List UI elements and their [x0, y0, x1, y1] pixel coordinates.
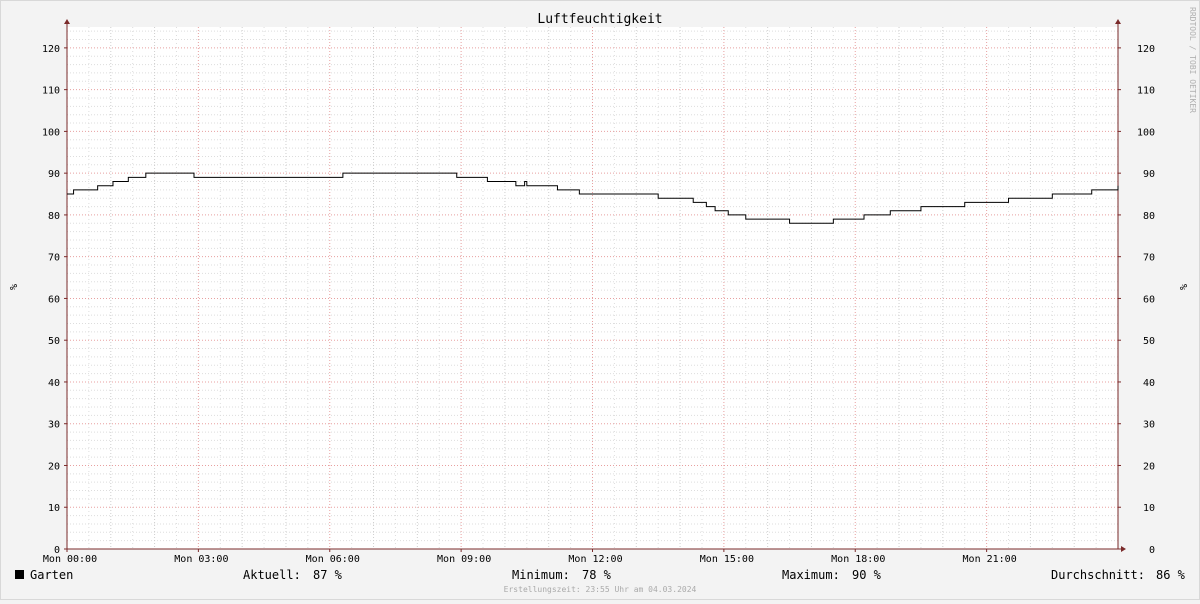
y-tick-label-right: 40: [1143, 378, 1155, 389]
chart-root: 0 0 10 10 20 20 30 30 40 40 50 50 60 60 70 70 80 80 90 90 10…: [0, 0, 1200, 600]
y-tick-label-left: 100: [42, 127, 60, 138]
legend-durchschnitt-label: Durchschnitt:: [1051, 568, 1145, 582]
x-tick-label: Mon 06:00: [306, 554, 360, 565]
legend-maximum-label: Maximum:: [782, 568, 840, 582]
y-tick-label-right: 110: [1137, 86, 1155, 97]
y-tick-label-right: 120: [1137, 44, 1155, 55]
chart-title: Luftfeuchtigkeit: [537, 12, 662, 27]
x-tick-label: Mon 12:00: [568, 554, 622, 565]
legend-series-name: Garten: [30, 568, 73, 582]
y-tick-label-left: 50: [48, 336, 60, 347]
legend-aktuell-label: Aktuell:: [243, 568, 301, 582]
legend-swatch: [15, 570, 24, 579]
legend-minimum-label: Minimum:: [512, 568, 570, 582]
y-tick-label-right: 50: [1143, 336, 1155, 347]
y-tick-label-left: 70: [48, 253, 60, 264]
legend-maximum-value: 90 %: [852, 568, 882, 582]
y-tick-label-left: 80: [48, 211, 60, 222]
y-tick-label-left: 90: [48, 169, 60, 180]
y-tick-label-right: 100: [1137, 127, 1155, 138]
y-tick-label-right: 70: [1143, 253, 1155, 264]
watermark: RRDTOOL / TOBI OETIKER: [1188, 7, 1197, 113]
y-tick-label-right: 60: [1143, 294, 1155, 305]
y-tick-label-right: 20: [1143, 461, 1155, 472]
y-tick-label-right: 0: [1149, 545, 1155, 556]
x-tick-label: Mon 18:00: [831, 554, 885, 565]
y-axis-label-right: %: [1177, 284, 1188, 290]
y-tick-label-left: 20: [48, 461, 60, 472]
legend-durchschnitt-value: 86 %: [1156, 568, 1186, 582]
legend-minimum-value: 78 %: [582, 568, 612, 582]
x-tick-label: Mon 09:00: [437, 554, 491, 565]
chart-svg: 0 010 1020 2030 3040 4050 5060 6070 7080 8090 9010…: [0, 0, 1200, 600]
y-tick-label-right: 90: [1143, 169, 1155, 180]
y-axis-label-left: %: [7, 284, 18, 290]
y-tick-label-left: 120: [42, 44, 60, 55]
y-tick-label-right: 10: [1143, 503, 1155, 514]
x-tick-label: Mon 15:00: [700, 554, 754, 565]
y-tick-label-right: 30: [1143, 420, 1155, 431]
x-tick-label: Mon 00:00: [43, 554, 97, 565]
y-tick-label-left: 40: [48, 378, 60, 389]
y-tick-label-left: 10: [48, 503, 60, 514]
x-tick-label: Mon 03:00: [174, 554, 228, 565]
y-tick-label-left: 30: [48, 420, 60, 431]
y-tick-label-right: 80: [1143, 211, 1155, 222]
legend-aktuell-value: 87 %: [313, 568, 343, 582]
x-tick-label: Mon 21:00: [963, 554, 1017, 565]
y-tick-label-left: 60: [48, 294, 60, 305]
y-tick-label-left: 110: [42, 86, 60, 97]
footer-timestamp: Erstellungszeit: 23:55 Uhr am 04.03.2024: [504, 585, 697, 594]
